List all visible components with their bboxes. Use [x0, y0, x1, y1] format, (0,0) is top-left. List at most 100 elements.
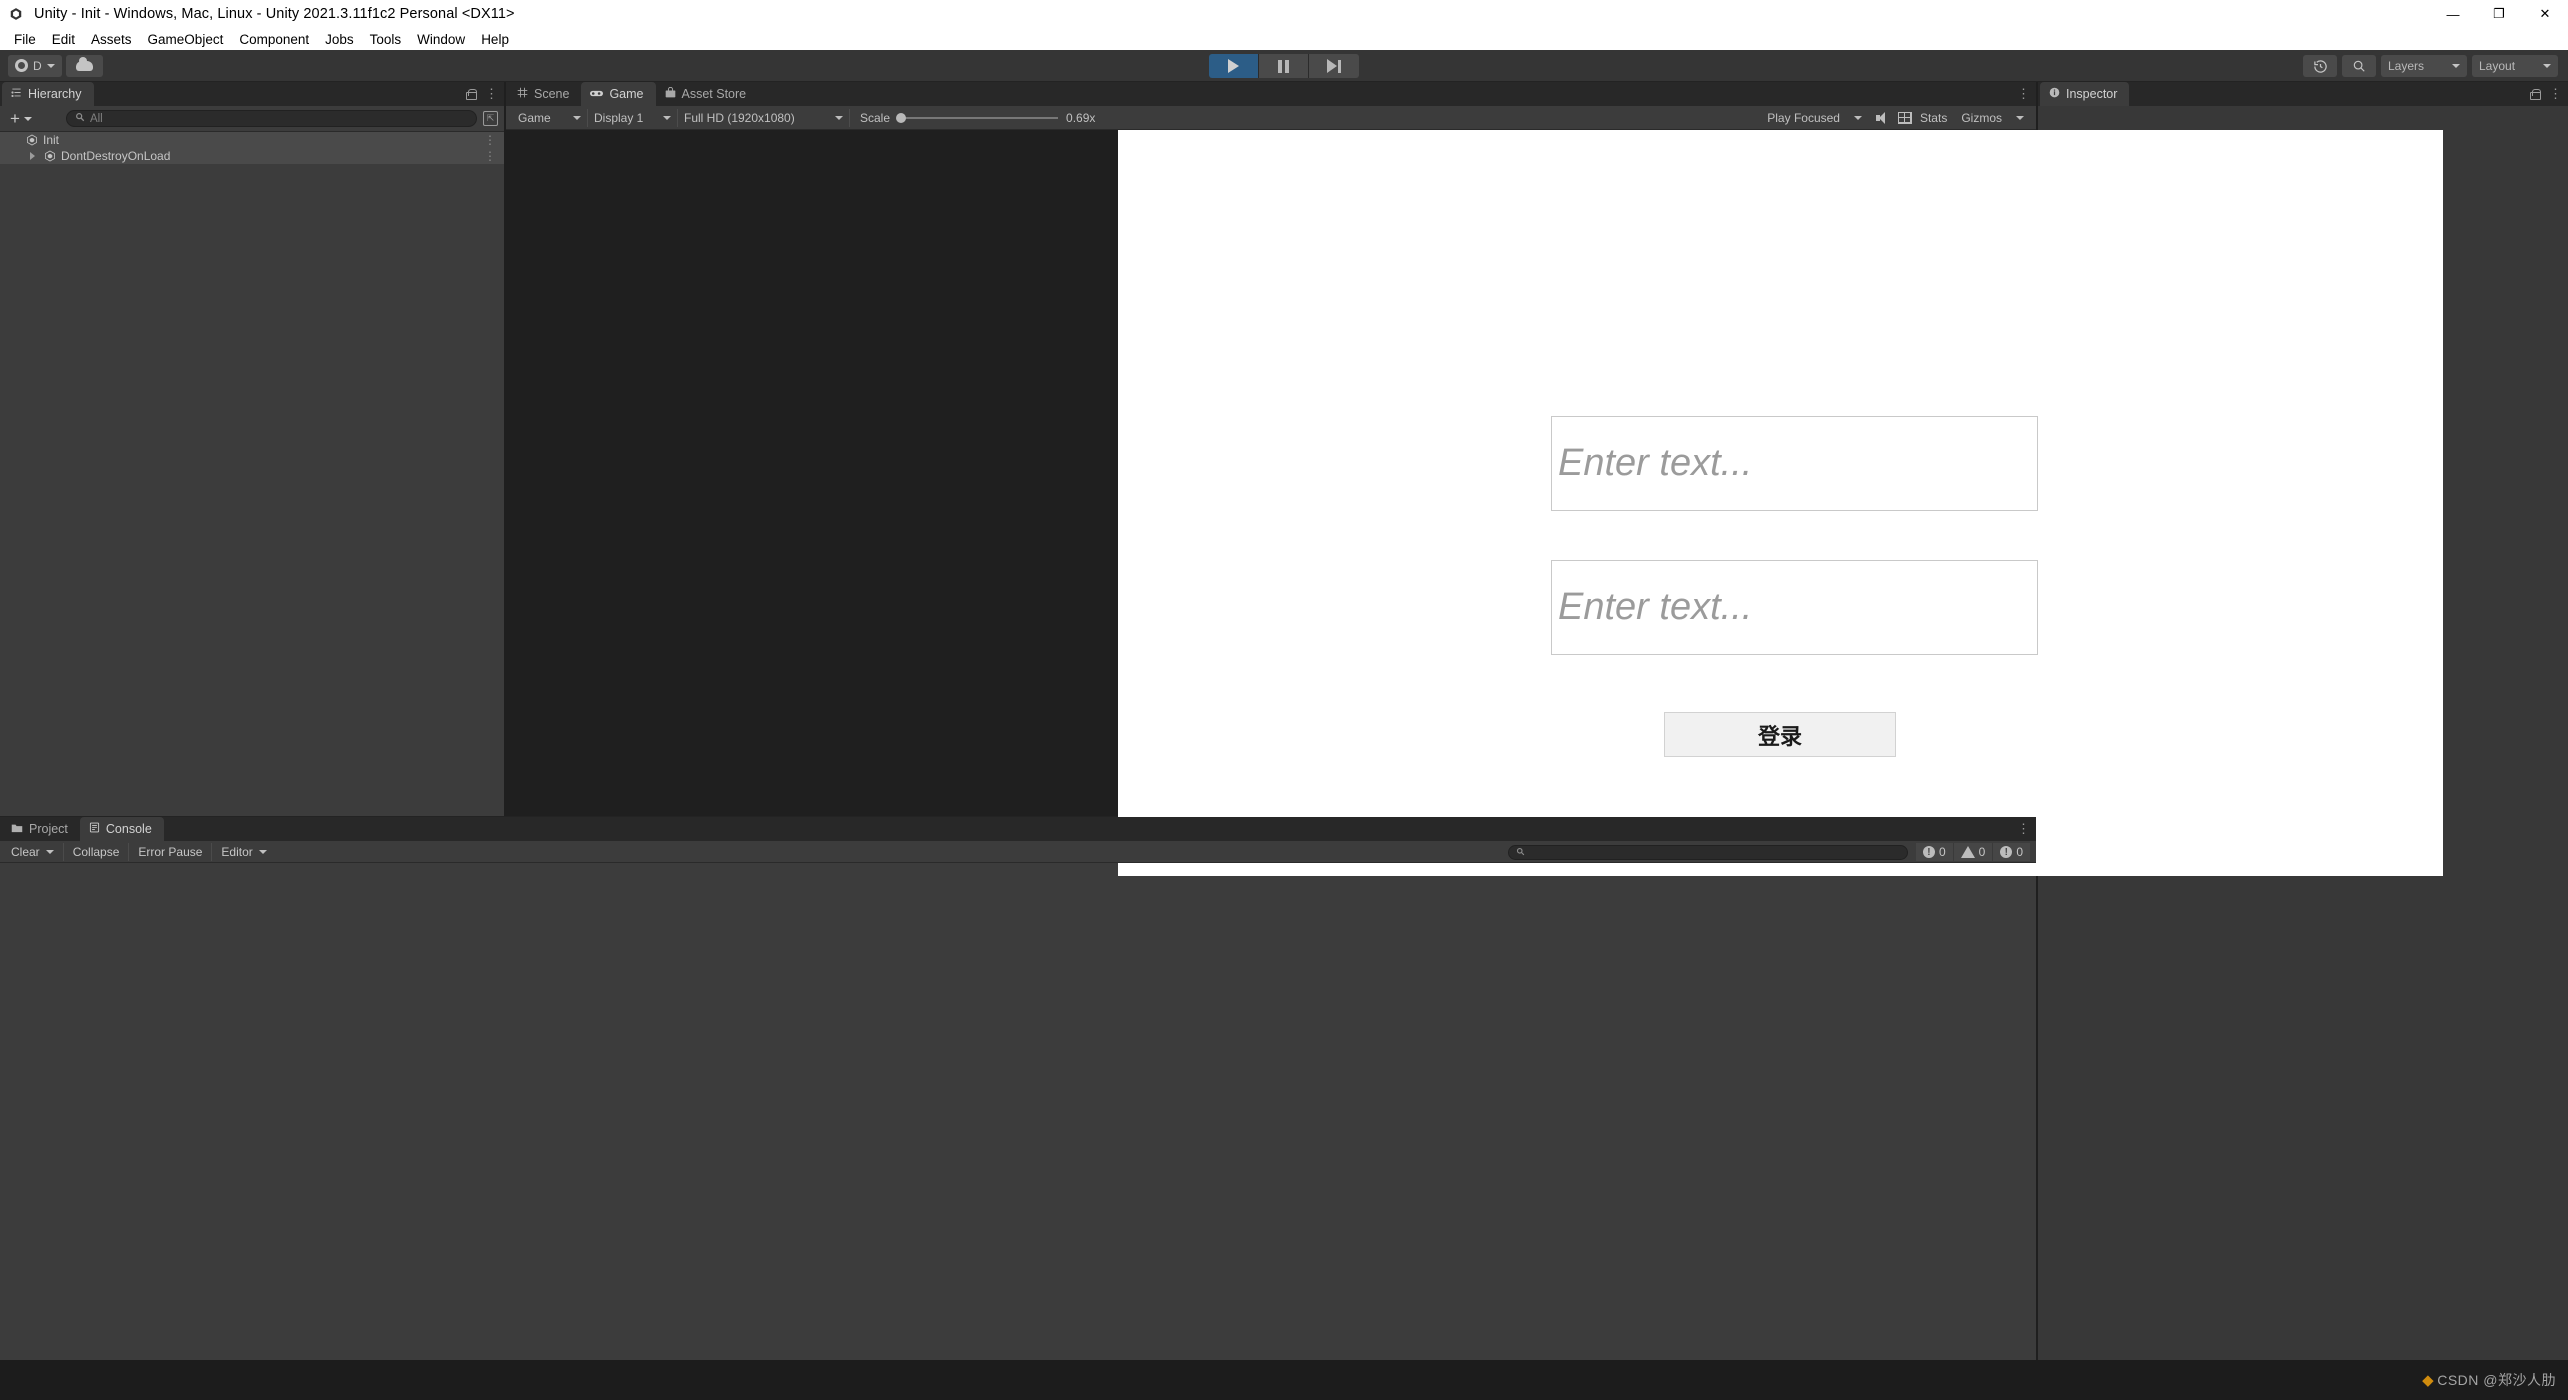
minimize-button[interactable]: —: [2430, 0, 2476, 28]
close-button[interactable]: ✕: [2522, 0, 2568, 28]
cloud-button[interactable]: [65, 54, 103, 77]
game-view-area[interactable]: Enter text... Enter text... 登录: [506, 130, 2443, 876]
kebab-menu-icon[interactable]: ⋮: [485, 87, 498, 100]
display-label: Display 1: [594, 110, 644, 125]
add-gameobject-button[interactable]: +: [6, 110, 32, 127]
tab-console[interactable]: Console: [79, 817, 164, 841]
hierarchy-tab-bar: Hierarchy ⋮: [0, 82, 504, 106]
stats-button[interactable]: Stats: [1920, 111, 1947, 125]
menu-component[interactable]: Component: [231, 28, 317, 50]
menu-assets[interactable]: Assets: [83, 28, 140, 50]
game-view-toolbar: Game Display 1 Full HD (1920x1080) Scale: [506, 106, 2036, 130]
hierarchy-search-placeholder: All: [89, 112, 103, 125]
hierarchy-panel: Hierarchy ⋮ + All ⇱ Init ⋮ DontDestroyOn…: [0, 82, 504, 816]
warning-count-badge[interactable]: 0: [1953, 843, 1994, 861]
error-pause-toggle[interactable]: Error Pause: [129, 842, 213, 861]
clear-button[interactable]: Clear: [2, 842, 64, 861]
scale-label: Scale: [860, 110, 891, 125]
main-toolbar: D Layers Layout: [0, 50, 2568, 82]
hierarchy-item-dontdestroyonload[interactable]: DontDestroyOnLoad ⋮: [0, 148, 504, 164]
play-mode-label: Play Focused: [1767, 111, 1840, 125]
kebab-menu-icon[interactable]: ⋮: [2017, 87, 2030, 100]
inspector-tab-label: Inspector: [2066, 87, 2118, 101]
scale-slider[interactable]: [896, 112, 1059, 123]
editor-dropdown[interactable]: Editor: [212, 843, 275, 861]
watermark-text: ◆ CSDN @郑沙人肋: [2422, 1370, 2556, 1390]
error-count-badge[interactable]: ! 0: [1993, 843, 2030, 861]
history-button[interactable]: [2303, 55, 2337, 77]
log-count: 0: [1938, 845, 1946, 859]
password-input-field[interactable]: Enter text...: [1551, 560, 2038, 655]
game-tab-bar: Scene Game Asset Store ⋮: [506, 82, 2036, 106]
kebab-menu-icon[interactable]: ⋮: [484, 150, 496, 162]
folder-icon: [11, 822, 23, 836]
lock-icon[interactable]: [466, 88, 477, 100]
hierarchy-item-label: Init: [43, 133, 60, 147]
login-button[interactable]: 登录: [1664, 712, 1896, 757]
stats-grid-icon[interactable]: [1897, 112, 1912, 124]
menu-help[interactable]: Help: [473, 28, 517, 50]
play-button[interactable]: [1209, 54, 1259, 78]
speaker-icon[interactable]: [1875, 111, 1890, 125]
play-mode-dropdown[interactable]: Play Focused: [1761, 109, 1868, 127]
display-dropdown[interactable]: Display 1: [588, 108, 678, 127]
grid-icon: [517, 87, 528, 101]
kebab-menu-icon[interactable]: ⋮: [2017, 822, 2030, 835]
hierarchy-search-input[interactable]: All: [65, 110, 477, 127]
inspector-tab-bar: Inspector ⋮: [2038, 82, 2568, 106]
center-column: Scene Game Asset Store ⋮ Game Display 1 …: [506, 82, 2443, 876]
chevron-down-icon: [2543, 64, 2551, 68]
hierarchy-toolbar: + All ⇱: [0, 106, 504, 132]
expand-icon[interactable]: ⇱: [483, 111, 498, 126]
console-message-list[interactable]: [0, 863, 2036, 1360]
menu-jobs[interactable]: Jobs: [317, 28, 362, 50]
console-tab-actions: ⋮: [2017, 817, 2030, 841]
kebab-menu-icon[interactable]: ⋮: [484, 134, 496, 146]
menu-gameobject[interactable]: GameObject: [140, 28, 232, 50]
log-count-badge[interactable]: ! 0: [1915, 843, 1954, 861]
search-icon: [1516, 847, 1525, 858]
console-search-input[interactable]: [1507, 844, 1908, 860]
inspector-lower-extension: [2038, 816, 2568, 1360]
username-placeholder: Enter text...: [1558, 442, 1753, 484]
lock-icon[interactable]: [2530, 88, 2541, 100]
window-title: Unity - Init - Windows, Mac, Linux - Uni…: [34, 6, 515, 22]
resolution-dropdown[interactable]: Full HD (1920x1080): [678, 108, 850, 127]
search-button[interactable]: [2342, 55, 2376, 77]
game-view-mode-dropdown[interactable]: Game: [512, 108, 588, 127]
maximize-button[interactable]: ❐: [2476, 0, 2522, 28]
unity-editor-window: Unity - Init - Windows, Mac, Linux - Uni…: [0, 0, 2568, 1400]
layout-dropdown[interactable]: Layout: [2472, 55, 2558, 77]
bottom-dock-row: Project Console ⋮ Clear Collapse Error P…: [0, 816, 2568, 1360]
account-dropdown[interactable]: D: [8, 54, 62, 77]
game-render-canvas[interactable]: Enter text... Enter text... 登录: [1118, 130, 2443, 876]
chevron-down-icon: [1853, 116, 1862, 120]
menu-tools[interactable]: Tools: [362, 28, 410, 50]
menu-file[interactable]: File: [6, 28, 44, 50]
asset-store-tab-label: Asset Store: [681, 87, 747, 101]
store-icon: [665, 86, 676, 101]
resolution-label: Full HD (1920x1080): [684, 110, 795, 125]
tab-inspector[interactable]: Inspector: [2040, 82, 2130, 106]
pause-button[interactable]: [1259, 54, 1309, 78]
scale-slider-handle[interactable]: [896, 112, 907, 123]
layers-dropdown[interactable]: Layers: [2381, 55, 2467, 77]
tab-game[interactable]: Game: [581, 82, 656, 106]
kebab-menu-icon[interactable]: ⋮: [2549, 87, 2562, 100]
step-button[interactable]: [1309, 54, 1359, 78]
menu-edit[interactable]: Edit: [44, 28, 83, 50]
chevron-down-icon[interactable]: [45, 849, 54, 854]
chevron-right-icon[interactable]: [30, 152, 35, 160]
chevron-down-icon: [573, 115, 581, 120]
collapse-label: Collapse: [72, 844, 120, 859]
tab-hierarchy[interactable]: Hierarchy: [2, 82, 94, 106]
gizmos-dropdown[interactable]: Gizmos: [1955, 109, 2030, 127]
collapse-toggle[interactable]: Collapse: [64, 842, 130, 861]
tab-project[interactable]: Project: [2, 817, 80, 841]
menu-window[interactable]: Window: [409, 28, 473, 50]
tab-scene[interactable]: Scene: [508, 82, 581, 106]
tab-asset-store[interactable]: Asset Store: [656, 82, 759, 106]
username-input-field[interactable]: Enter text...: [1551, 416, 2038, 511]
unity-logo-icon: [8, 6, 24, 22]
hierarchy-item-init[interactable]: Init ⋮: [0, 132, 504, 148]
